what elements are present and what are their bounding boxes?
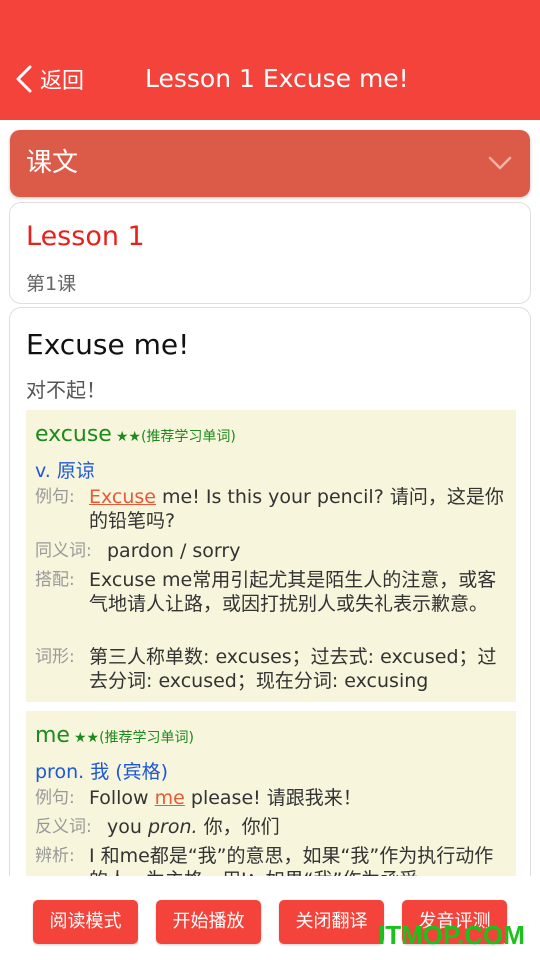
antonym-row: 反义词: you pron. 你，你们 [35, 815, 511, 839]
word-card-me: me ★★(推荐学习单词) pron. 我 (宾格) 例句: Follow me … [26, 711, 516, 897]
lesson-card: Lesson 1 第1课 [9, 202, 531, 304]
lesson-subtitle: 第1课 [26, 273, 77, 295]
app-header: 返回 Lesson 1 Excuse me! [0, 0, 540, 120]
antonym-label: 反义词: [35, 817, 92, 837]
forms-text: 第三人称单数: excuses；过去式: excused；过去分词: excus… [89, 646, 497, 692]
lesson-title: Lesson 1 [26, 221, 145, 252]
example-label: 例句: [35, 487, 75, 507]
sentence-card: Excuse me! 对不起！ excuse ★★(推荐学习单词) v. 原谅 例… [9, 307, 531, 897]
word-heading: me ★★(推荐学习单词) [35, 723, 194, 748]
section-dropdown[interactable]: 课文 [10, 130, 530, 197]
example-text: please! 请跟我来！ [184, 787, 362, 809]
word-heading: excuse ★★(推荐学习单词) [35, 422, 236, 447]
sentence-english[interactable]: Excuse me! [26, 328, 189, 361]
collocation-text: Excuse me常用引起尤其是陌生人的注意，或客气地请人让路，或因打扰别人或失… [89, 569, 497, 615]
sentence-chinese: 对不起！ [26, 378, 106, 402]
example-highlight[interactable]: Excuse [89, 486, 156, 508]
synonym-row: 同义词: pardon / sorry [35, 539, 511, 563]
back-label: 返回 [40, 69, 85, 94]
star-rating: ★★ [73, 730, 100, 746]
chevron-left-icon [16, 65, 32, 93]
star-rating: ★★ [115, 429, 141, 445]
word-card-excuse: excuse ★★(推荐学习单词) v. 原谅 例句: Excuse me! Is… [26, 410, 516, 702]
word-tag: (推荐学习单词) [99, 730, 195, 746]
close-translation-button[interactable]: 关闭翻译 [279, 900, 384, 944]
example-label: 例句: [35, 788, 75, 808]
antonym-word: you [107, 816, 148, 838]
chevron-down-icon [488, 156, 512, 170]
antonym-meaning: 你，你们 [197, 816, 280, 838]
synonym-label: 同义词: [35, 541, 92, 561]
word-tag: (推荐学习单词) [140, 429, 236, 445]
collocation-row: 搭配: Excuse me常用引起尤其是陌生人的注意，或客气地请人让路，或因打扰… [35, 568, 511, 616]
reading-mode-button[interactable]: 阅读模式 [33, 900, 138, 944]
example-row: 例句: Excuse me! Is this your pencil? 请问，这… [35, 485, 511, 533]
example-highlight[interactable]: me [155, 787, 185, 809]
word-text[interactable]: me [35, 723, 70, 748]
example-text-before: Follow [89, 787, 155, 809]
forms-label: 词形: [35, 647, 75, 667]
analysis-label: 辨析: [35, 846, 75, 866]
example-row: 例句: Follow me please! 请跟我来！ [35, 786, 511, 810]
synonym-text: pardon / sorry [107, 540, 241, 562]
start-play-button[interactable]: 开始播放 [156, 900, 261, 944]
word-text[interactable]: excuse [35, 422, 112, 447]
dropdown-label: 课文 [26, 148, 79, 178]
page-title: Lesson 1 Excuse me! [145, 64, 409, 93]
collocation-label: 搭配: [35, 570, 75, 590]
word-definition: pron. 我 (宾格) [35, 761, 169, 783]
forms-row: 词形: 第三人称单数: excuses；过去式: excused；过去分词: e… [35, 645, 511, 693]
back-button[interactable]: 返回 [14, 62, 84, 96]
watermark-text: ITMOP.COM [378, 920, 525, 950]
word-definition: v. 原谅 [35, 460, 95, 482]
antonym-pos: pron. [147, 816, 198, 838]
